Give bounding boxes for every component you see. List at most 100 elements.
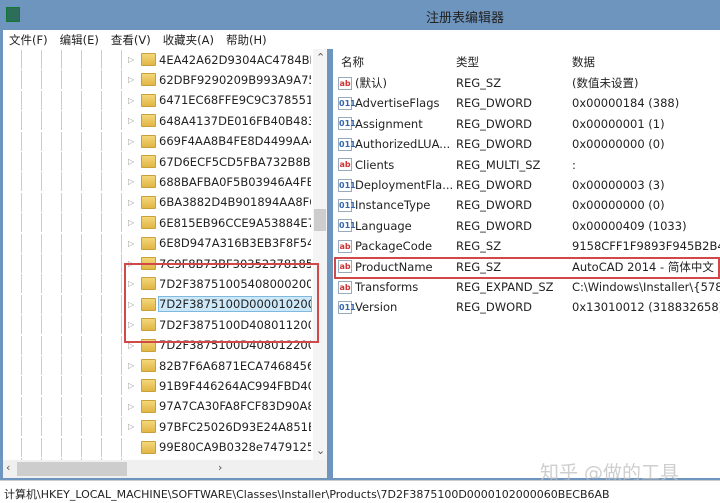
status-bar-path: 计算机\HKEY_LOCAL_MACHINE\SOFTWARE\Classes\… [0, 480, 720, 503]
expand-arrow-icon[interactable]: ▷ [128, 402, 134, 411]
tree-key[interactable]: ▷ 6E8D947A316B3EB3F8F540 [3, 233, 313, 253]
value-row[interactable]: 011 AdvertiseFlags REG_DWORD 0x00000184 (38… [333, 93, 720, 113]
expand-arrow-icon[interactable]: ▷ [128, 177, 134, 186]
tree-guide-lines [3, 294, 128, 314]
value-row[interactable]: 011 InstanceType REG_DWORD 0x00000000 (0) [333, 195, 720, 215]
tree-guide-lines [3, 417, 128, 437]
binary-value-icon: 011 [338, 137, 356, 151]
value-name: DeploymentFla... [355, 178, 454, 192]
value-row[interactable]: 011 Version REG_DWORD 0x13010012 (318832658… [333, 297, 720, 317]
tree-guide-lines [3, 437, 128, 457]
key-name: 82B7F6A6871ECA7468456A [159, 358, 311, 373]
binary-value-icon: 011 [338, 198, 356, 212]
folder-icon [141, 73, 156, 87]
key-name: 6BA3882D4B901894AA8F6E [159, 195, 311, 210]
tree-key[interactable]: ▷ 82B7F6A6871ECA7468456A [3, 356, 313, 375]
menu-item[interactable]: 编辑(E) [60, 32, 99, 48]
scroll-left-icon[interactable]: ‹ [6, 461, 10, 474]
tree-key[interactable]: ▷ 91B9F446264AC994FBD403 [3, 376, 313, 396]
tree-key[interactable]: ▷ 67D6ECF5CD5FBA732B8B2 [3, 152, 313, 171]
expand-arrow-icon[interactable]: ▷ [128, 361, 134, 370]
expand-arrow-icon[interactable]: ▷ [128, 116, 134, 125]
expand-arrow-icon[interactable]: ▷ [128, 157, 134, 166]
tree-key[interactable]: ▷ 6E815EB96CCE9A53884E78 [3, 213, 313, 233]
column-header-name[interactable]: 名称 [341, 54, 441, 70]
expand-arrow-icon[interactable]: ▷ [128, 422, 134, 431]
menu-item[interactable]: 文件(F) [9, 32, 48, 48]
value-data: (数值未设置) [572, 76, 639, 90]
tree-key[interactable]: ▷ 688BAFBA0F5B03946A4FBD [3, 172, 313, 192]
tree-guide-lines [3, 315, 128, 335]
expand-arrow-icon[interactable]: ▷ [128, 218, 134, 227]
value-name: Version [355, 300, 398, 315]
value-name: (默认) [355, 76, 387, 90]
column-header-data[interactable]: 数据 [572, 54, 595, 70]
expand-arrow-icon[interactable]: ▷ [128, 96, 134, 105]
folder-icon [141, 216, 156, 230]
scroll-up-icon[interactable]: ⌃ [316, 51, 325, 64]
value-data: 0x00000184 (388) [572, 96, 680, 111]
tree-key[interactable]: ▷ 6471EC68FFE9C9C3785518 [3, 90, 313, 110]
tree-key[interactable]: ▷ 4EA42A62D9304AC4784BF2 [3, 50, 313, 69]
menu-item[interactable]: 查看(V) [111, 32, 151, 48]
value-row[interactable]: 011 Assignment REG_DWORD 0x00000001 (1) [333, 114, 720, 134]
tree-key[interactable]: ▷ 669F4AA8B4FE8D4499AA4C [3, 131, 313, 151]
scroll-down-icon[interactable]: ⌄ [316, 444, 325, 457]
tree-vertical-scrollbar[interactable]: ⌃ ⌄ [313, 49, 327, 460]
key-name: 67D6ECF5CD5FBA732B8B2 [159, 154, 311, 169]
folder-icon [141, 440, 156, 454]
value-type: REG_DWORD [456, 178, 533, 192]
value-row[interactable]: ab Transforms REG_EXPAND_SZ C:\Windows\Inst… [333, 277, 720, 297]
scroll-thumb[interactable] [17, 462, 127, 476]
column-header-type[interactable]: 类型 [456, 54, 479, 70]
scroll-thumb[interactable] [314, 209, 326, 231]
expand-arrow-icon[interactable]: ▷ [128, 198, 134, 207]
tree-key[interactable]: ▷ 648A4137DE016FB40B483D [3, 111, 313, 131]
tree-guide-lines [3, 111, 128, 131]
menu-item[interactable]: 收藏夹(A) [163, 32, 214, 48]
value-data: 0x00000003 (3) [572, 178, 665, 192]
tree-guide-lines [3, 376, 128, 396]
tree-guide-lines [3, 356, 128, 375]
tree-key[interactable]: ▷ 97A7CA30FA8FCF83D90A89 [3, 396, 313, 416]
folder-icon [141, 134, 156, 148]
value-name: Assignment [355, 116, 423, 131]
key-tree[interactable]: ⌃ ⌄ ▷ 4EA42A62D9304AC4784BF2 ▷ 62DBF9290209… [3, 49, 327, 460]
tree-key[interactable]: ▷ 97BFC25026D93E24A851ED [3, 417, 313, 437]
key-name: 6E815EB96CCE9A53884E78 [159, 215, 311, 230]
menu-item[interactable]: 帮助(H) [226, 32, 267, 48]
value-row[interactable]: ab Clients REG_MULTI_SZ: [333, 155, 720, 175]
binary-value-icon: 011 [338, 219, 356, 233]
tree-key[interactable]: ▷ 6BA3882D4B901894AA8F6E [3, 192, 313, 212]
binary-value-icon: 011 [338, 117, 356, 131]
tree-guide-lines [3, 233, 128, 253]
folder-icon [141, 399, 156, 413]
expand-arrow-icon[interactable]: ▷ [128, 137, 134, 146]
highlight-box-productname [334, 257, 720, 279]
value-data: 0x13010012 (318832658) [572, 300, 720, 315]
tree-guide-lines [3, 335, 128, 355]
scroll-right-icon[interactable]: › [218, 461, 222, 474]
value-row[interactable]: 011 AuthorizedLUA... REG_DWORD 0x00000000 (… [333, 134, 720, 154]
folder-icon [141, 359, 156, 372]
value-row[interactable]: ab (默认) REG_SZ (数值未设置) [333, 73, 720, 93]
binary-value-icon: 011 [338, 300, 356, 314]
tree-guide-lines [3, 172, 128, 192]
string-value-icon: ab [338, 158, 352, 172]
expand-arrow-icon[interactable]: ▷ [128, 75, 134, 84]
key-name: 91B9F446264AC994FBD403 [159, 378, 311, 393]
tree-key[interactable]: 99E80CA9B0328e74791254 [3, 437, 313, 457]
expand-arrow-icon[interactable]: ▷ [128, 381, 134, 390]
expand-arrow-icon[interactable]: ▷ [128, 239, 134, 248]
value-row[interactable]: 011 Language REG_DWORD 0x00000409 (1033) [333, 216, 720, 236]
tree-guide-lines [3, 152, 128, 171]
tree-horizontal-scrollbar[interactable]: ‹ › [3, 460, 327, 478]
key-name: 648A4137DE016FB40B483D [159, 113, 311, 128]
expand-arrow-icon[interactable]: ▷ [128, 55, 134, 64]
tree-key[interactable]: ▷ 62DBF9290209B993A9A757 [3, 70, 313, 90]
value-name: AuthorizedLUA... [355, 137, 451, 152]
tree-guide-lines [3, 90, 128, 110]
value-data: 0x00000000 (0) [572, 198, 665, 213]
value-row[interactable]: ab PackageCode REG_SZ 9158CFF1F9893F945B2B4… [333, 236, 720, 256]
value-row[interactable]: 011 DeploymentFla... REG_DWORD 0x00000003 (… [333, 175, 720, 195]
